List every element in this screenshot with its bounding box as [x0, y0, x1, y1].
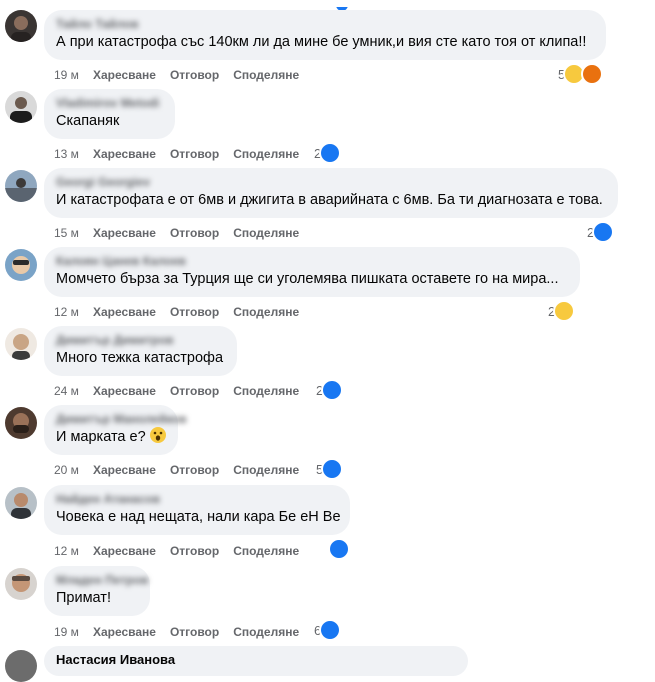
comment-author[interactable]: Калоян Цанев Калоев	[56, 253, 568, 269]
comment-bubble: Настасия Иванова	[44, 646, 468, 676]
reply-button[interactable]: Отговор	[170, 463, 219, 477]
comment-text: Момчето бърза за Турция ще си уголемява …	[56, 271, 559, 287]
share-button[interactable]: Споделяне	[233, 544, 299, 558]
comment-author[interactable]: Georgi Georgiev	[56, 174, 606, 190]
comment-author[interactable]: Vladimirov Metodi	[56, 95, 163, 111]
like-reaction-icon	[592, 221, 615, 243]
reaction-summary[interactable]: 6	[314, 619, 342, 641]
share-button[interactable]: Споделяне	[233, 625, 299, 639]
comment-time[interactable]: 24 м	[54, 384, 79, 398]
avatar[interactable]	[5, 249, 37, 281]
reaction-summary[interactable]: 2	[314, 142, 342, 164]
reaction-summary[interactable]: 5	[558, 63, 604, 85]
comments-list: Тайло Тайлов А при катастрофа със 140км …	[0, 0, 655, 682]
like-button[interactable]: Харесване	[93, 226, 156, 240]
comment-bubble: Димитър Димитров Много тежка катастрофа	[44, 326, 237, 376]
astonished-face-icon	[149, 427, 166, 443]
avatar[interactable]	[5, 328, 37, 360]
comment-actions: 19 м Харесване Отговор Споделяне	[54, 67, 313, 83]
reply-button[interactable]: Отговор	[170, 147, 219, 161]
comment-bubble: Georgi Georgiev И катастрофата е от 6мв …	[44, 168, 618, 218]
share-button[interactable]: Споделяне	[233, 226, 299, 240]
like-reaction-icon	[319, 142, 342, 164]
avatar[interactable]	[5, 170, 37, 202]
like-button[interactable]: Харесване	[93, 625, 156, 639]
share-button[interactable]: Споделяне	[233, 463, 299, 477]
comment-actions: 20 м Харесване Отговор Споделяне	[54, 462, 313, 478]
comment-author[interactable]: Найден Атанасов	[56, 491, 338, 507]
share-button[interactable]: Споделяне	[233, 384, 299, 398]
reply-button[interactable]: Отговор	[170, 384, 219, 398]
comment-author[interactable]: Тайло Тайлов	[56, 16, 594, 32]
reply-button[interactable]: Отговор	[170, 226, 219, 240]
avatar[interactable]	[5, 487, 37, 519]
avatar[interactable]	[5, 407, 37, 439]
comment-actions: 15 м Харесване Отговор Споделяне	[54, 225, 313, 241]
like-reaction-icon	[328, 538, 350, 560]
comment-author[interactable]: Настасия Иванова	[56, 652, 456, 668]
comment-text: И марката е?	[56, 427, 166, 447]
like-reaction-icon	[321, 458, 344, 480]
comment-text: Примат!	[56, 590, 111, 606]
reply-button[interactable]: Отговор	[170, 625, 219, 639]
avatar[interactable]	[5, 650, 37, 682]
comment-actions: 12 м Харесване Отговор Споделяне	[54, 304, 313, 320]
haha-reaction-icon	[553, 300, 576, 322]
comment-bubble: Найден Атанасов Човека е над нещата, нал…	[44, 485, 350, 535]
reaction-summary[interactable]: 5	[316, 458, 344, 480]
comment-actions: 12 м Харесване Отговор Споделяне	[54, 543, 313, 559]
comment-time[interactable]: 15 м	[54, 226, 79, 240]
comment-text: А при катастрофа със 140км ли да мине бе…	[56, 34, 587, 50]
comment-author[interactable]: Димитър Манолейков	[56, 411, 187, 427]
comment-text-content: И марката е?	[56, 429, 146, 445]
reaction-summary[interactable]: 2	[316, 379, 344, 401]
reply-button[interactable]: Отговор	[170, 544, 219, 558]
like-button[interactable]: Харесване	[93, 305, 156, 319]
like-reaction-icon	[321, 379, 344, 401]
comment-bubble: Vladimirov Metodi Скапаняк	[44, 89, 175, 139]
reply-button[interactable]: Отговор	[170, 305, 219, 319]
share-button[interactable]: Споделяне	[233, 147, 299, 161]
like-button[interactable]: Харесване	[93, 68, 156, 82]
reaction-summary[interactable]	[328, 538, 350, 560]
share-button[interactable]: Споделяне	[233, 68, 299, 82]
partial-like-icon	[300, 0, 360, 11]
comment-bubble: Димитър Манолейков И марката е?	[44, 405, 187, 455]
reaction-summary[interactable]: 2	[548, 300, 576, 322]
avatar[interactable]	[5, 91, 37, 123]
comment-time[interactable]: 20 м	[54, 463, 79, 477]
like-button[interactable]: Харесване	[93, 384, 156, 398]
like-button[interactable]: Харесване	[93, 544, 156, 558]
comment-time[interactable]: 13 м	[54, 147, 79, 161]
comment-time[interactable]: 12 м	[54, 544, 79, 558]
like-reaction-icon	[319, 619, 342, 641]
comment-time[interactable]: 19 м	[54, 68, 79, 82]
avatar[interactable]	[5, 10, 37, 42]
comment-bubble: Тайло Тайлов А при катастрофа със 140км …	[44, 10, 606, 60]
like-button[interactable]: Харесване	[93, 463, 156, 477]
comment-author[interactable]: Димитър Димитров	[56, 332, 225, 348]
comment-author[interactable]: Младен Петров	[56, 572, 148, 588]
comment-text: Човека е над нещата, нали кара Бе еН Ве	[56, 509, 341, 525]
like-button[interactable]: Харесване	[93, 147, 156, 161]
comment-actions: 13 м Харесване Отговор Споделяне	[54, 146, 313, 162]
reaction-summary[interactable]: 2	[587, 221, 615, 243]
comment-actions: 19 м Харесване Отговор Споделяне	[54, 624, 313, 640]
avatar[interactable]	[5, 568, 37, 600]
share-button[interactable]: Споделяне	[233, 305, 299, 319]
comment-text: И катастрофата е от 6мв и джигита в авар…	[56, 192, 603, 208]
comment-actions: 24 м Харесване Отговор Споделяне	[54, 383, 313, 399]
angry-reaction-icon	[581, 63, 604, 85]
reply-button[interactable]: Отговор	[170, 68, 219, 82]
comment-bubble: Калоян Цанев Калоев Момчето бърза за Тур…	[44, 247, 580, 297]
comment-bubble: Младен Петров Примат!	[44, 566, 150, 616]
comment-time[interactable]: 19 м	[54, 625, 79, 639]
comment-text: Много тежка катастрофа	[56, 350, 224, 366]
comment-text: Скапаняк	[56, 113, 120, 129]
comment-time[interactable]: 12 м	[54, 305, 79, 319]
